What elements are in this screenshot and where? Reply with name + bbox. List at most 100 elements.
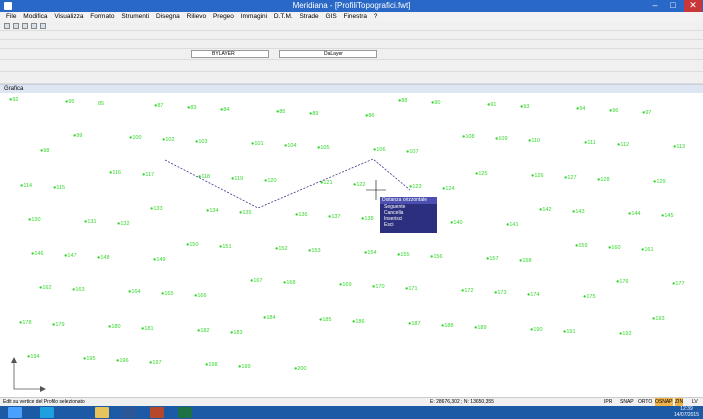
survey-point-label[interactable]: ●163	[72, 287, 85, 293]
survey-point-label[interactable]: ●116	[109, 170, 121, 176]
survey-point-label[interactable]: ●96	[609, 108, 618, 114]
survey-point-label[interactable]: ●195	[83, 356, 96, 362]
survey-point-label[interactable]: ●86	[365, 113, 374, 119]
survey-point-label[interactable]: ●180	[108, 324, 121, 330]
survey-point-label[interactable]: ●115	[53, 185, 65, 191]
survey-point-label[interactable]: ●121	[320, 180, 333, 186]
survey-point-label[interactable]: ●126	[531, 173, 544, 179]
survey-point-label[interactable]: ●190	[530, 327, 543, 333]
survey-point-label[interactable]: ●112	[617, 142, 629, 148]
color-select[interactable]: BYLAYER	[191, 50, 269, 58]
survey-point-label[interactable]: ●110	[528, 138, 540, 144]
survey-point-label[interactable]: ●141	[506, 222, 519, 228]
survey-point-label[interactable]: ●159	[575, 243, 588, 249]
survey-point-label[interactable]: ●135	[239, 210, 252, 216]
survey-point-label[interactable]: ●88	[398, 98, 407, 104]
survey-point-label[interactable]: ●176	[616, 279, 629, 285]
survey-point-label[interactable]: ●148	[97, 255, 110, 261]
survey-point-label[interactable]: ●122	[353, 182, 366, 188]
menu-item-esci[interactable]: Esci	[380, 222, 437, 228]
start-icon[interactable]	[8, 407, 22, 418]
survey-point-label[interactable]: ●165	[161, 291, 174, 297]
survey-point-label[interactable]: ●171	[405, 286, 418, 292]
survey-point-label[interactable]: ●200	[294, 366, 307, 372]
survey-point-label[interactable]: ●166	[194, 293, 207, 299]
survey-point-label[interactable]: ●140	[450, 220, 463, 226]
survey-point-label[interactable]: ●170	[372, 284, 385, 290]
survey-point-label[interactable]: ●167	[250, 278, 263, 284]
explorer-icon[interactable]	[95, 407, 109, 418]
survey-point-label[interactable]: ●103	[195, 139, 208, 145]
survey-point-label[interactable]: ●134	[206, 208, 219, 214]
survey-point-label[interactable]: ●196	[116, 358, 129, 364]
survey-point-label[interactable]: ●89	[309, 111, 318, 117]
survey-point-label[interactable]: ●108	[462, 134, 475, 140]
menu-formato[interactable]: Formato	[90, 13, 114, 20]
survey-point-label[interactable]: ●143	[572, 209, 585, 215]
survey-point-label[interactable]: ●191	[563, 329, 576, 335]
menu-dtm[interactable]: D.T.M.	[274, 13, 293, 20]
survey-point-label[interactable]: ●158	[519, 258, 532, 264]
survey-point-label[interactable]: ●109	[495, 136, 508, 142]
survey-point-label[interactable]: ●189	[474, 325, 487, 331]
menu-rilievo[interactable]: Rilievo	[187, 13, 207, 20]
linetype-select[interactable]: DaLayer	[279, 50, 377, 58]
survey-point-label[interactable]: ●157	[486, 256, 499, 262]
survey-point-label[interactable]: ●97	[642, 110, 651, 116]
survey-point-label[interactable]: ●120	[264, 178, 277, 184]
survey-point-label[interactable]: ●164	[128, 289, 141, 295]
menu-visualizza[interactable]: Visualizza	[54, 13, 83, 20]
survey-point-label[interactable]: ●99	[73, 133, 82, 139]
survey-point-label[interactable]: ●114	[20, 183, 32, 189]
survey-point-label[interactable]: ●123	[409, 184, 422, 190]
survey-point-label[interactable]: ●95	[65, 99, 74, 105]
survey-point-label[interactable]: ●151	[219, 244, 232, 250]
survey-point-label[interactable]: ●186	[352, 319, 365, 325]
menu-gis[interactable]: GIS	[325, 13, 336, 20]
survey-point-label[interactable]: ●127	[564, 175, 577, 181]
clock[interactable]: 12:39 14/07/2015	[674, 406, 699, 418]
survey-point-label[interactable]: ●104	[284, 143, 297, 149]
survey-point-label[interactable]: ●168	[283, 280, 296, 286]
survey-point-label[interactable]: ●142	[539, 207, 552, 213]
survey-point-label[interactable]: ●146	[31, 251, 44, 257]
survey-point-label[interactable]: 85	[98, 101, 104, 107]
word-icon[interactable]	[122, 407, 136, 418]
access-icon[interactable]	[150, 407, 164, 418]
survey-point-label[interactable]: ●149	[153, 257, 166, 263]
survey-point-label[interactable]: ●125	[475, 171, 488, 177]
save-icon[interactable]	[22, 23, 28, 29]
survey-point-label[interactable]: ●87	[154, 103, 163, 109]
survey-point-label[interactable]: ●93	[520, 104, 529, 110]
open-file-icon[interactable]	[13, 23, 19, 29]
maximize-button[interactable]: □	[665, 0, 681, 12]
new-file-icon[interactable]	[4, 23, 10, 29]
survey-point-label[interactable]: ●118	[198, 174, 210, 180]
menu-disegna[interactable]: Disegna	[156, 13, 180, 20]
survey-point-label[interactable]: ●131	[84, 219, 97, 225]
minimize-button[interactable]: –	[647, 0, 663, 12]
survey-point-label[interactable]: ●106	[373, 147, 386, 153]
survey-point-label[interactable]: ●85	[276, 109, 285, 115]
mode-osnap[interactable]: OSNAP	[655, 398, 673, 406]
menu-immagini[interactable]: Immagini	[241, 13, 267, 20]
survey-point-label[interactable]: ●155	[397, 252, 410, 258]
survey-point-label[interactable]: ●181	[141, 326, 154, 332]
mode-snap[interactable]: SNAP	[620, 398, 634, 406]
close-button[interactable]: ✕	[684, 0, 702, 12]
survey-point-label[interactable]: ●177	[672, 281, 685, 287]
survey-point-label[interactable]: ●154	[364, 250, 377, 256]
survey-point-label[interactable]: ●113	[673, 144, 685, 150]
survey-point-label[interactable]: ●133	[150, 206, 163, 212]
survey-point-label[interactable]: ●169	[339, 282, 352, 288]
survey-point-label[interactable]: ●182	[197, 328, 210, 334]
menu-strumenti[interactable]: Strumenti	[121, 13, 149, 20]
survey-point-label[interactable]: ●185	[319, 317, 332, 323]
survey-point-label[interactable]: ●184	[263, 315, 276, 321]
survey-point-label[interactable]: ●179	[52, 322, 65, 328]
survey-point-label[interactable]: ●174	[527, 292, 540, 298]
survey-point-label[interactable]: ●145	[661, 213, 674, 219]
ie-icon[interactable]	[40, 407, 54, 418]
survey-point-label[interactable]: ●173	[494, 290, 507, 296]
survey-point-label[interactable]: ●153	[308, 248, 321, 254]
